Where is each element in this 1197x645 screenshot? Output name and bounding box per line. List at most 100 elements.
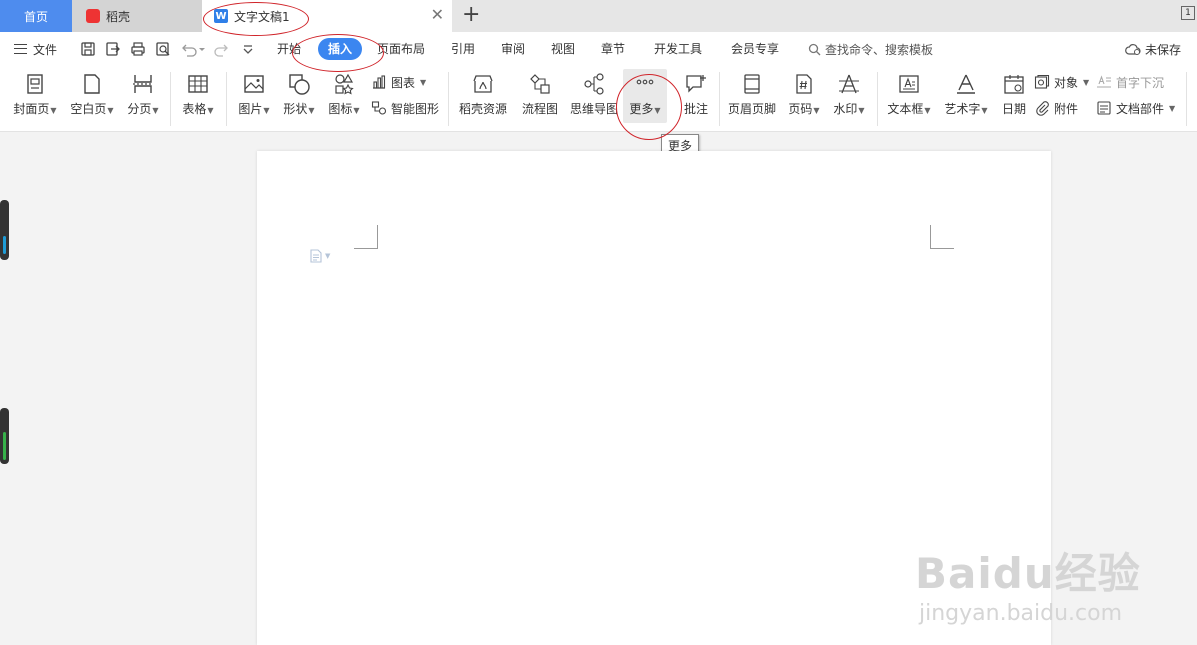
textbox-label: 文本框	[887, 102, 924, 116]
tab-bar: 首页 稻壳 W 文字文稿1 ✕ + 1	[0, 0, 1197, 32]
doc-parts-icon	[1097, 101, 1111, 115]
tab-home[interactable]: 首页	[0, 0, 72, 32]
redo-icon[interactable]	[214, 41, 230, 57]
ribbon-insert: 封面页▼ 空白页▼ 分页▼ 表格▼ 图片▼ 形状▼ 图标▼ 图表▼ 智能图形	[0, 66, 1197, 132]
paragraph-options-icon[interactable]: ▼	[310, 249, 330, 263]
ribbon-separator	[226, 72, 227, 126]
attachment-button[interactable]: 附件	[1034, 97, 1078, 119]
object-button[interactable]: 对象 ▼	[1034, 71, 1089, 93]
chart-label: 图表	[391, 75, 416, 90]
daoke-logo-icon	[86, 9, 100, 23]
tab-review[interactable]: 审阅	[501, 32, 525, 66]
tab-chapter[interactable]: 章节	[601, 32, 625, 66]
watermark-label: 水印	[833, 102, 858, 116]
annotation-ellipse-insert-tab	[292, 34, 384, 72]
doc-parts-button[interactable]: 文档部件 ▼	[1096, 97, 1175, 119]
export-pdf-icon[interactable]	[105, 41, 121, 57]
date-button[interactable]: 日期	[998, 66, 1030, 132]
comment-label: 批注	[683, 102, 708, 116]
resource-store-icon	[473, 75, 493, 93]
tab-references[interactable]: 引用	[451, 32, 475, 66]
page-number-button[interactable]: 页码▼	[786, 66, 822, 132]
undo-icon[interactable]	[180, 41, 208, 57]
cover-page-button[interactable]: 封面页▼	[11, 66, 59, 132]
page-break-button[interactable]: 分页▼	[125, 66, 161, 132]
ribbon-separator	[170, 72, 171, 126]
dropdown-caret-icon: ▼	[152, 106, 159, 115]
table-button[interactable]: 表格▼	[179, 66, 217, 132]
cover-page-icon	[27, 74, 43, 94]
smart-art-icon	[371, 101, 387, 115]
chart-button[interactable]: 图表 ▼	[371, 71, 426, 93]
tab-member[interactable]: 会员专享	[731, 32, 779, 66]
textbox-button[interactable]: 文本框▼	[884, 66, 934, 132]
menu-bar: 文件 开始 插入 页面布局 引用 审阅 视图 章节 开发工具 会员专享 查找命令…	[0, 32, 1197, 66]
object-icon	[1034, 74, 1050, 89]
smart-art-button[interactable]: 智能图形	[371, 97, 439, 119]
header-footer-button[interactable]: 页眉页脚	[726, 66, 778, 132]
shape-button[interactable]: 形状▼	[280, 66, 318, 132]
shape-label: 形状	[283, 102, 308, 116]
tab-developer[interactable]: 开发工具	[654, 32, 702, 66]
search-placeholder: 查找命令、搜索模板	[825, 42, 934, 57]
print-icon[interactable]	[130, 41, 146, 57]
flowchart-button[interactable]: 流程图	[519, 66, 561, 132]
watermark-button[interactable]: 水印▼	[830, 66, 868, 132]
tab-page-layout[interactable]: 页面布局	[377, 32, 425, 66]
smart-art-label: 智能图形	[391, 101, 440, 116]
icon-library-button[interactable]: 图标▼	[325, 66, 363, 132]
table-label: 表格	[182, 102, 207, 116]
object-label: 对象	[1054, 75, 1079, 90]
dropdown-caret-icon: ▼	[858, 106, 865, 115]
picture-button[interactable]: 图片▼	[235, 66, 273, 132]
daoke-resources-label: 稻壳资源	[458, 102, 507, 116]
page-number-icon	[796, 74, 812, 94]
page-break-icon	[133, 75, 153, 93]
file-menu[interactable]: 文件	[14, 32, 57, 66]
cover-page-label: 封面页	[13, 102, 50, 116]
table-icon	[188, 75, 208, 93]
wordart-button[interactable]: 艺术字▼	[941, 66, 991, 132]
chart-icon	[373, 75, 386, 89]
ribbon-separator	[877, 72, 878, 126]
wordart-icon	[957, 74, 975, 94]
date-label: 日期	[1001, 102, 1026, 116]
save-status[interactable]: 未保存	[1125, 32, 1181, 66]
flowchart-label: 流程图	[521, 102, 558, 116]
mindmap-label: 思维导图	[569, 102, 618, 116]
add-tab-button[interactable]: +	[462, 4, 480, 26]
close-tab-icon[interactable]: ✕	[431, 7, 444, 23]
dropdown-caret-icon: ▼	[107, 106, 114, 115]
save-icon[interactable]	[80, 41, 96, 57]
daoke-resources-button[interactable]: 稻壳资源	[457, 66, 509, 132]
dropdown-caret-icon: ▼	[1169, 103, 1176, 113]
side-indicator-top	[0, 200, 9, 260]
customize-toolbar-icon[interactable]	[240, 41, 256, 57]
dropdown-caret-icon: ▼	[263, 106, 270, 115]
ribbon-separator	[719, 72, 720, 126]
mindmap-button[interactable]: 思维导图	[568, 66, 620, 132]
dropcap-button[interactable]: 首字下沉	[1096, 71, 1164, 93]
cloud-icon	[1125, 44, 1141, 55]
print-preview-icon[interactable]	[155, 41, 171, 57]
tab-view[interactable]: 视图	[551, 32, 575, 66]
page-break-label: 分页	[127, 102, 152, 116]
ribbon-separator	[1186, 72, 1187, 126]
dropdown-caret-icon: ▼	[981, 106, 988, 115]
mindmap-icon	[584, 73, 604, 95]
window-switch-button[interactable]: 1	[1181, 6, 1195, 20]
dropdown-caret-icon: ▼	[207, 106, 214, 115]
shape-icon	[289, 74, 310, 95]
command-search[interactable]: 查找命令、搜索模板	[808, 32, 933, 66]
blank-page-button[interactable]: 空白页▼	[68, 66, 116, 132]
dropdown-caret-icon: ▼	[813, 106, 820, 115]
tab-daoke[interactable]: 稻壳	[72, 0, 202, 32]
picture-label: 图片	[238, 102, 263, 116]
icon-library-icon	[335, 73, 354, 95]
blank-page-label: 空白页	[70, 102, 107, 116]
calendar-icon	[1004, 75, 1024, 94]
save-status-label: 未保存	[1145, 42, 1182, 57]
dropcap-label: 首字下沉	[1116, 75, 1165, 90]
comment-button[interactable]: 批注	[678, 66, 714, 132]
dropcap-icon	[1097, 75, 1111, 88]
